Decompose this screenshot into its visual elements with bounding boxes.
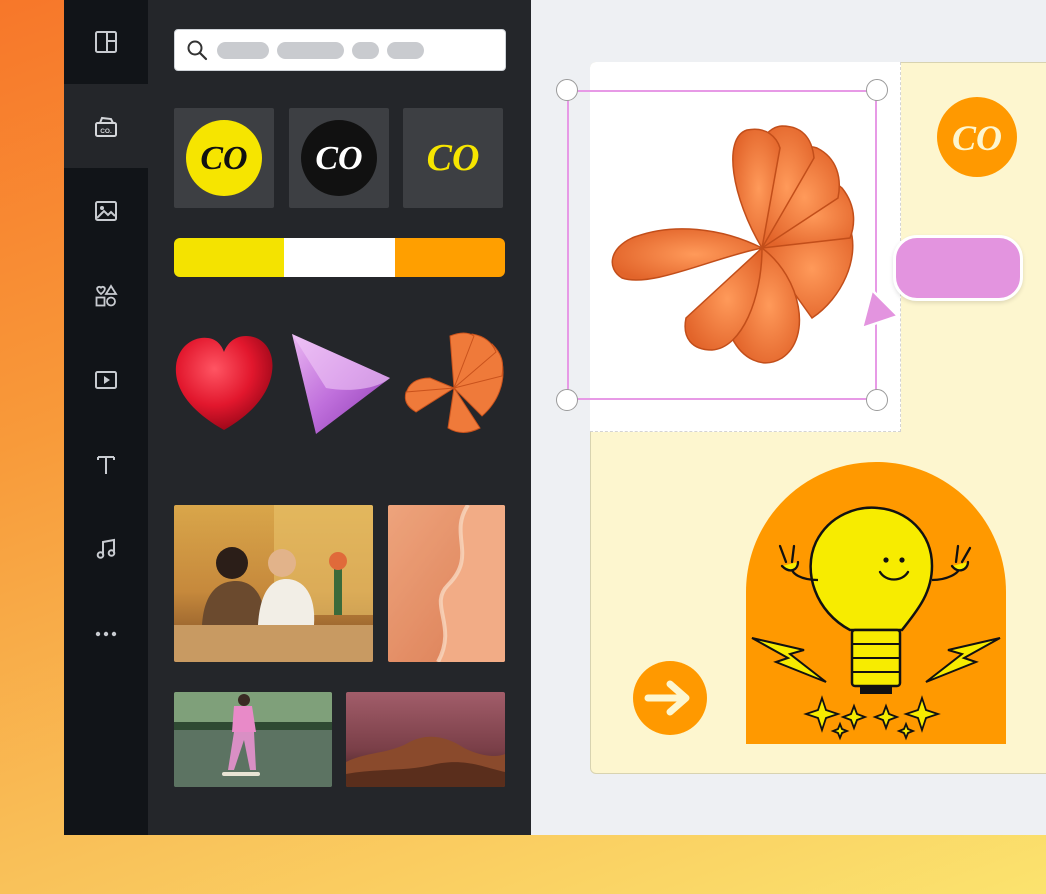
sidebar-rail: CO. (64, 0, 148, 835)
search-placeholder-bar (387, 41, 424, 59)
shapes-icon (95, 284, 118, 307)
more-dots-icon (95, 631, 117, 637)
co-logo-icon: CO (301, 120, 377, 196)
resize-handle-top-right[interactable] (866, 79, 888, 101)
couple-dining-photo[interactable] (174, 505, 373, 662)
music-icon (96, 538, 116, 559)
orange-fan-graphic[interactable] (402, 332, 506, 436)
asset-panel: CO CO CO (148, 0, 531, 835)
search-placeholder-bar (352, 41, 379, 59)
palette-swatch-yellow[interactable] (174, 238, 285, 277)
sidebar-item-videos[interactable] (64, 338, 148, 422)
resize-handle-top-left[interactable] (556, 79, 578, 101)
fuzzy-heart-graphic[interactable] (172, 332, 276, 434)
beach-shoreline-photo[interactable] (388, 505, 505, 662)
resize-handle-bottom-left[interactable] (556, 389, 578, 411)
co-logo-icon: CO (186, 120, 262, 196)
brand-kit-icon: CO. (95, 116, 117, 137)
palette-swatch-orange[interactable] (394, 238, 505, 277)
brand-logo-plain[interactable]: CO (403, 108, 503, 208)
search-icon (187, 40, 208, 61)
lightbulb-sticker[interactable] (746, 462, 1006, 744)
resize-handle-bottom-right[interactable] (866, 389, 888, 411)
search-placeholder-bar (277, 41, 344, 59)
co-logo-icon: CO (427, 137, 480, 179)
image-icon (95, 201, 117, 221)
sidebar-item-photos[interactable] (64, 169, 148, 253)
layout-icon (95, 31, 117, 53)
sidebar-item-audio[interactable] (64, 507, 148, 591)
palette-swatch-white[interactable] (284, 238, 395, 277)
brand-color-palette[interactable] (174, 238, 505, 277)
arrow-right-icon[interactable] (632, 660, 708, 736)
search-placeholder-bar (217, 41, 269, 59)
skateboarder-photo[interactable] (174, 692, 332, 787)
video-icon (95, 371, 117, 389)
brand-logo-black[interactable]: CO (289, 108, 389, 208)
sidebar-item-elements[interactable] (64, 254, 148, 338)
sidebar-item-more[interactable] (64, 592, 148, 676)
logo-text: CO (315, 140, 362, 177)
sidebar-item-text[interactable] (64, 423, 148, 507)
logo-text: CO (200, 140, 247, 177)
brand-kit-icon-text: CO. (100, 128, 112, 135)
sidebar-item-layout[interactable] (64, 0, 148, 84)
logo-text: CO (427, 137, 480, 179)
brand-logo-yellow[interactable]: CO (174, 108, 274, 208)
text-icon (97, 456, 115, 474)
badge-text: CO (952, 118, 1002, 158)
collaborator-cursor-icon (860, 288, 900, 330)
selection-box[interactable] (567, 90, 877, 400)
purple-cone-graphic[interactable] (286, 330, 396, 438)
search-input[interactable] (174, 29, 506, 71)
canvas-co-logo-badge[interactable]: CO (936, 96, 1018, 178)
sidebar-item-brand[interactable]: CO. (64, 84, 148, 168)
desert-rocks-photo[interactable] (346, 692, 505, 787)
app-window: CO. CO CO CO CO (64, 0, 1046, 835)
collaborator-comment-bubble[interactable] (893, 235, 1023, 301)
